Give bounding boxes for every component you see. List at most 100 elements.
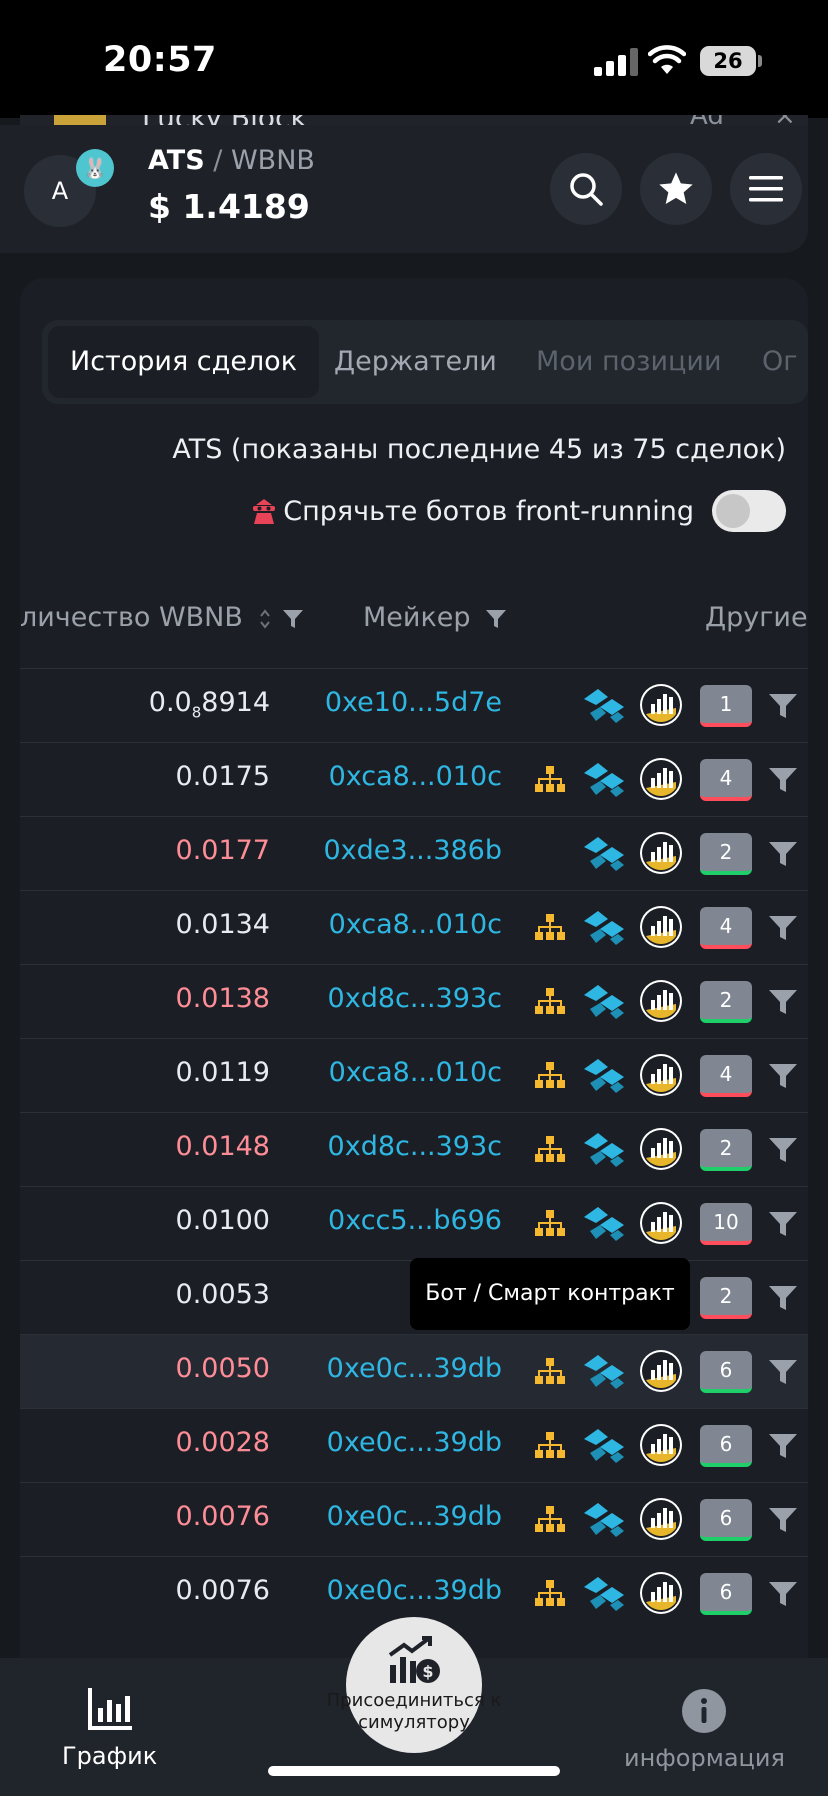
filter-icon[interactable] [768,1137,798,1163]
filter-icon[interactable] [768,767,798,793]
bot-contract-icon[interactable] [582,1501,626,1539]
wallet-chart-icon[interactable] [640,1498,682,1540]
maker-address-link[interactable]: 0xe10...5d7e [325,687,502,718]
info-icon [682,1689,727,1733]
bot-contract-icon[interactable] [582,687,626,725]
filter-icon[interactable] [768,1211,798,1237]
wallet-tree-icon[interactable] [534,1209,566,1239]
wallet-tree-icon[interactable] [534,913,566,943]
filter-icon[interactable] [485,609,507,629]
bot-contract-icon[interactable] [582,1575,626,1613]
bot-contract-icon[interactable] [582,835,626,873]
nav-chart[interactable]: График [62,1688,157,1770]
wallet-tree-icon[interactable] [534,1431,566,1461]
maker-address-link[interactable]: 0xe0c...39db [327,1501,502,1532]
trade-count-badge[interactable]: 6 [700,1425,752,1467]
wallet-tree-icon[interactable] [534,1357,566,1387]
search-button[interactable] [550,153,622,225]
maker-address-link[interactable]: 0xd8c...393c [328,983,502,1014]
trade-count-badge[interactable]: 4 [700,907,752,949]
trade-row[interactable]: 0.0177 0xde3...386b 2 [20,816,808,890]
menu-button[interactable] [730,153,802,225]
wallet-tree-icon[interactable] [534,1505,566,1535]
trade-count-badge[interactable]: 10 [700,1203,752,1245]
trade-row[interactable]: 0.088914 0xe10...5d7e 1 [20,668,808,742]
bot-filter-toggle[interactable] [712,490,786,532]
wallet-chart-icon[interactable] [640,1128,682,1170]
wallet-chart-icon[interactable] [640,758,682,800]
trade-row[interactable]: 0.0134 0xca8...010c 4 [20,890,808,964]
tab-more[interactable]: Ог [762,326,797,398]
filter-icon[interactable] [768,841,798,867]
tab-trade-history[interactable]: История сделок [48,326,320,398]
wallet-chart-icon[interactable] [640,684,682,726]
bot-contract-icon[interactable] [582,1353,626,1391]
trade-count-badge[interactable]: 2 [700,1129,752,1171]
maker-address-link[interactable]: 0xca8...010c [329,1057,502,1088]
wallet-chart-icon[interactable] [640,1424,682,1466]
bot-contract-icon[interactable] [582,761,626,799]
trade-row[interactable]: 0.0100 0xcc5...b696 10 [20,1186,808,1260]
wallet-chart-icon[interactable] [640,1054,682,1096]
wallet-tree-icon[interactable] [534,987,566,1017]
trade-count-badge[interactable]: 1 [700,685,752,727]
nav-info[interactable]: информация [624,1688,785,1772]
trade-row[interactable]: 0.0119 0xca8...010c 4 [20,1038,808,1112]
trade-row[interactable]: 0.0175 0xca8...010c 4 [20,742,808,816]
wallet-chart-icon[interactable] [640,832,682,874]
trade-row[interactable]: 0.0076 0xe0c...39db 6 [20,1482,808,1556]
favorite-button[interactable] [640,153,712,225]
maker-address-link[interactable]: 0xca8...010c [329,909,502,940]
wallet-chart-icon[interactable] [640,1572,682,1614]
filter-icon[interactable] [282,609,304,629]
column-header-amount[interactable]: личество WBNB [20,602,304,633]
trade-count-badge[interactable]: 2 [700,833,752,875]
tab-my-positions[interactable]: Мои позиции [536,326,722,398]
trade-count-badge[interactable]: 6 [700,1573,752,1615]
filter-icon[interactable] [768,1359,798,1385]
maker-address-link[interactable]: 0xd8c...393c [328,1131,502,1162]
filter-icon[interactable] [768,693,798,719]
maker-address-link[interactable]: 0xcc5...b696 [328,1205,502,1236]
filter-icon[interactable] [768,989,798,1015]
maker-address-link[interactable]: 0xe0c...39db [327,1427,502,1458]
trade-count-badge[interactable]: 6 [700,1499,752,1541]
maker-address-link[interactable]: 0xca8...010c [329,761,502,792]
maker-address-link[interactable]: 0xe0c...39db [327,1575,502,1606]
wallet-chart-icon[interactable] [640,1350,682,1392]
trade-count-badge[interactable]: 4 [700,1055,752,1097]
wallet-chart-icon[interactable] [640,906,682,948]
trade-row[interactable]: 0.0138 0xd8c...393c 2 [20,964,808,1038]
trade-count-badge[interactable]: 2 [700,981,752,1023]
wallet-tree-icon[interactable] [534,1061,566,1091]
trade-row[interactable]: 0.0028 0xe0c...39db 6 [20,1408,808,1482]
filter-icon[interactable] [768,915,798,941]
wallet-tree-icon[interactable] [534,1135,566,1165]
maker-address-link[interactable]: 0xe0c...39db [327,1353,502,1384]
maker-address-link[interactable]: 0xde3...386b [323,835,502,866]
trade-count-badge[interactable]: 4 [700,759,752,801]
wallet-tree-icon[interactable] [534,1579,566,1609]
bot-contract-icon[interactable] [582,909,626,947]
trade-count-badge[interactable]: 6 [700,1351,752,1393]
bot-contract-icon[interactable] [582,983,626,1021]
bot-contract-icon[interactable] [582,1057,626,1095]
bot-contract-icon[interactable] [582,1205,626,1243]
trade-amount: 0.0076 [175,1575,270,1606]
trade-row[interactable]: 0.0050 0xe0c...39db 6 [20,1334,808,1408]
trade-count-badge[interactable]: 2 [700,1277,752,1319]
filter-icon[interactable] [768,1581,798,1607]
bot-contract-icon[interactable] [582,1131,626,1169]
column-header-maker[interactable]: Мейкер [363,602,507,633]
filter-icon[interactable] [768,1285,798,1311]
wallet-chart-icon[interactable] [640,980,682,1022]
wallet-tree-icon[interactable] [534,765,566,795]
tab-holders[interactable]: Держатели [334,326,497,398]
filter-icon[interactable] [768,1063,798,1089]
bot-contract-icon[interactable] [582,1427,626,1465]
filter-icon[interactable] [768,1507,798,1533]
trade-amount: 0.0028 [175,1427,270,1458]
filter-icon[interactable] [768,1433,798,1459]
wallet-chart-icon[interactable] [640,1202,682,1244]
trade-row[interactable]: 0.0148 0xd8c...393c 2 [20,1112,808,1186]
